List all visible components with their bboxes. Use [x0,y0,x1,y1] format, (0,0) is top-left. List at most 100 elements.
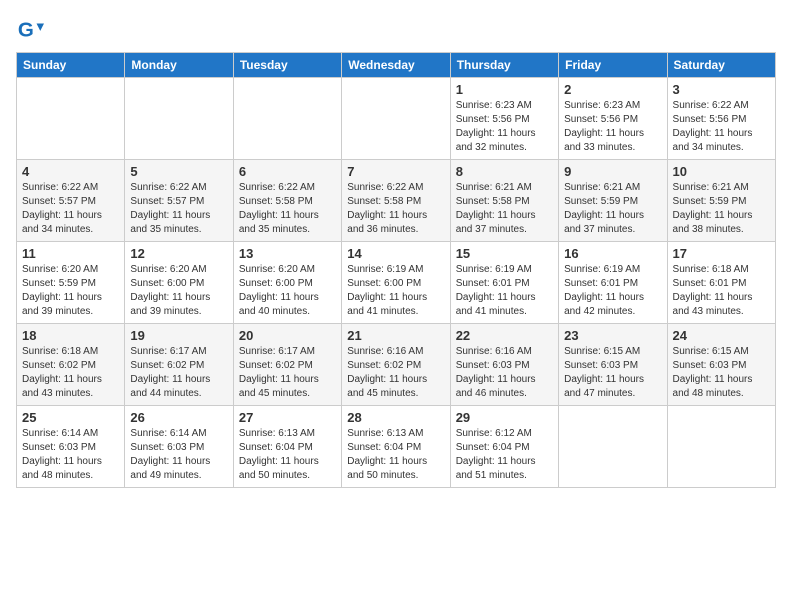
calendar-cell: 10Sunrise: 6:21 AM Sunset: 5:59 PM Dayli… [667,160,775,242]
calendar-cell: 6 Sunrise: 6:22 AM Sunset: 5:58 PM Daylig… [233,160,341,242]
calendar-week-row: 1Sunrise: 6:23 AM Sunset: 5:56 PM Daylig… [17,78,776,160]
day-number: 13 [239,246,336,261]
calendar-cell: 3 Sunrise: 6:22 AM Sunset: 5:56 PM Daylig… [667,78,775,160]
day-info: Sunrise: 6:16 AM Sunset: 6:03 PM Dayligh… [456,345,553,401]
logo: G [16,16,48,44]
calendar-cell: 1Sunrise: 6:23 AM Sunset: 5:56 PM Daylig… [450,78,558,160]
day-number: 3 [673,82,770,97]
day-info: Sunrise: 6:13 AM Sunset: 6:04 PM Dayligh… [239,427,336,483]
day-info: Sunrise: 6:14 AM Sunset: 6:03 PM Dayligh… [22,427,119,483]
day-info: Sunrise: 6:15 AM Sunset: 6:03 PM Dayligh… [673,345,770,401]
calendar-cell: 4 Sunrise: 6:22 AM Sunset: 5:57 PM Daylig… [17,160,125,242]
day-number: 6 [239,164,336,179]
calendar-cell: 11 Sunrise: 6:20 AM Sunset: 5:59 PM Dayli… [17,242,125,324]
day-info: Sunrise: 6:19 AM Sunset: 6:01 PM Dayligh… [456,263,553,319]
calendar-table: SundayMondayTuesdayWednesdayThursdayFrid… [16,52,776,488]
day-number: 9 [564,164,661,179]
day-info: Sunrise: 6:15 AM Sunset: 6:03 PM Dayligh… [564,345,661,401]
day-number: 28 [347,410,444,425]
calendar-cell [342,78,450,160]
day-info: Sunrise: 6:13 AM Sunset: 6:04 PM Dayligh… [347,427,444,483]
calendar-cell: 2 Sunrise: 6:23 AM Sunset: 5:56 PM Daylig… [559,78,667,160]
day-number: 20 [239,328,336,343]
day-number: 11 [22,246,119,261]
weekday-header: Wednesday [342,53,450,78]
day-info: Sunrise: 6:20 AM Sunset: 5:59 PM Dayligh… [22,263,119,319]
calendar-cell: 23Sunrise: 6:15 AM Sunset: 6:03 PM Dayli… [559,324,667,406]
weekday-header: Tuesday [233,53,341,78]
calendar-cell: 8 Sunrise: 6:21 AM Sunset: 5:58 PM Daylig… [450,160,558,242]
calendar-cell [17,78,125,160]
calendar-cell: 27 Sunrise: 6:13 AM Sunset: 6:04 PM Dayli… [233,406,341,488]
day-number: 25 [22,410,119,425]
day-info: Sunrise: 6:16 AM Sunset: 6:02 PM Dayligh… [347,345,444,401]
day-number: 2 [564,82,661,97]
day-number: 12 [130,246,227,261]
day-info: Sunrise: 6:17 AM Sunset: 6:02 PM Dayligh… [239,345,336,401]
calendar-week-row: 25 Sunrise: 6:14 AM Sunset: 6:03 PM Dayli… [17,406,776,488]
day-info: Sunrise: 6:22 AM Sunset: 5:58 PM Dayligh… [239,181,336,237]
weekday-header: Thursday [450,53,558,78]
day-number: 26 [130,410,227,425]
day-info: Sunrise: 6:21 AM Sunset: 5:59 PM Dayligh… [564,181,661,237]
calendar-cell: 12Sunrise: 6:20 AM Sunset: 6:00 PM Dayli… [125,242,233,324]
day-info: Sunrise: 6:18 AM Sunset: 6:02 PM Dayligh… [22,345,119,401]
day-number: 19 [130,328,227,343]
day-info: Sunrise: 6:19 AM Sunset: 6:01 PM Dayligh… [564,263,661,319]
calendar-week-row: 4 Sunrise: 6:22 AM Sunset: 5:57 PM Daylig… [17,160,776,242]
calendar-cell [667,406,775,488]
calendar-cell [233,78,341,160]
calendar-cell: 9 Sunrise: 6:21 AM Sunset: 5:59 PM Daylig… [559,160,667,242]
calendar-cell: 15Sunrise: 6:19 AM Sunset: 6:01 PM Dayli… [450,242,558,324]
logo-icon: G [16,16,44,44]
calendar-cell: 5 Sunrise: 6:22 AM Sunset: 5:57 PM Daylig… [125,160,233,242]
day-number: 27 [239,410,336,425]
calendar-week-row: 11 Sunrise: 6:20 AM Sunset: 5:59 PM Dayli… [17,242,776,324]
day-info: Sunrise: 6:23 AM Sunset: 5:56 PM Dayligh… [564,99,661,155]
calendar-cell: 28 Sunrise: 6:13 AM Sunset: 6:04 PM Dayli… [342,406,450,488]
weekday-header: Sunday [17,53,125,78]
day-number: 22 [456,328,553,343]
calendar-cell: 17Sunrise: 6:18 AM Sunset: 6:01 PM Dayli… [667,242,775,324]
calendar-cell: 29Sunrise: 6:12 AM Sunset: 6:04 PM Dayli… [450,406,558,488]
calendar-cell: 14 Sunrise: 6:19 AM Sunset: 6:00 PM Dayli… [342,242,450,324]
day-number: 17 [673,246,770,261]
weekday-header: Saturday [667,53,775,78]
day-info: Sunrise: 6:12 AM Sunset: 6:04 PM Dayligh… [456,427,553,483]
day-info: Sunrise: 6:22 AM Sunset: 5:57 PM Dayligh… [130,181,227,237]
day-info: Sunrise: 6:22 AM Sunset: 5:57 PM Dayligh… [22,181,119,237]
calendar-cell: 22 Sunrise: 6:16 AM Sunset: 6:03 PM Dayli… [450,324,558,406]
weekday-header: Monday [125,53,233,78]
calendar-week-row: 18 Sunrise: 6:18 AM Sunset: 6:02 PM Dayli… [17,324,776,406]
day-info: Sunrise: 6:20 AM Sunset: 6:00 PM Dayligh… [239,263,336,319]
day-number: 7 [347,164,444,179]
calendar-cell: 25 Sunrise: 6:14 AM Sunset: 6:03 PM Dayli… [17,406,125,488]
day-info: Sunrise: 6:22 AM Sunset: 5:58 PM Dayligh… [347,181,444,237]
weekday-header: Friday [559,53,667,78]
calendar-cell: 13 Sunrise: 6:20 AM Sunset: 6:00 PM Dayli… [233,242,341,324]
day-number: 21 [347,328,444,343]
calendar-cell: 16 Sunrise: 6:19 AM Sunset: 6:01 PM Dayli… [559,242,667,324]
calendar-cell: 19 Sunrise: 6:17 AM Sunset: 6:02 PM Dayli… [125,324,233,406]
day-info: Sunrise: 6:14 AM Sunset: 6:03 PM Dayligh… [130,427,227,483]
calendar-cell: 20 Sunrise: 6:17 AM Sunset: 6:02 PM Dayli… [233,324,341,406]
calendar-cell: 21 Sunrise: 6:16 AM Sunset: 6:02 PM Dayli… [342,324,450,406]
calendar-cell: 26 Sunrise: 6:14 AM Sunset: 6:03 PM Dayli… [125,406,233,488]
day-info: Sunrise: 6:21 AM Sunset: 5:58 PM Dayligh… [456,181,553,237]
day-number: 10 [673,164,770,179]
day-number: 5 [130,164,227,179]
day-info: Sunrise: 6:22 AM Sunset: 5:56 PM Dayligh… [673,99,770,155]
page-header: G [16,16,776,44]
calendar-cell: 18 Sunrise: 6:18 AM Sunset: 6:02 PM Dayli… [17,324,125,406]
calendar-cell [559,406,667,488]
day-number: 4 [22,164,119,179]
day-number: 8 [456,164,553,179]
day-info: Sunrise: 6:17 AM Sunset: 6:02 PM Dayligh… [130,345,227,401]
day-number: 16 [564,246,661,261]
day-number: 14 [347,246,444,261]
calendar-header-row: SundayMondayTuesdayWednesdayThursdayFrid… [17,53,776,78]
calendar-cell: 24Sunrise: 6:15 AM Sunset: 6:03 PM Dayli… [667,324,775,406]
svg-text:G: G [18,19,34,42]
day-info: Sunrise: 6:19 AM Sunset: 6:00 PM Dayligh… [347,263,444,319]
day-number: 18 [22,328,119,343]
